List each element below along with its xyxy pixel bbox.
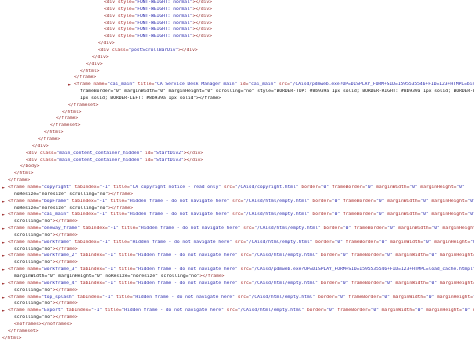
source-line-text: <frame name="workframe" tabIndex="-1" ti… [8,239,474,245]
source-line-text: <frame name="workframe_3" tabIndex="-1" … [8,267,474,273]
source-line-text: noResize="noresize" scrolling="no"></fra… [14,191,134,197]
source-line-text: scrolling="no"></frame> [14,260,78,266]
source-line-text: <frame name="oneway_frame" tabIndex="-1"… [8,226,474,232]
source-line-text: <div style="FONT-WEIGHT: normal"></div> [104,27,212,33]
source-line-text: </div> [32,143,49,149]
source-line-text: <frame name="workframe_4" tabIndex="-1" … [8,280,474,286]
expand-toggle-icon[interactable]: ► [2,267,5,274]
source-line-text: scrolling="no"></frame> [14,246,78,252]
source-line-text: <frame name="bopFrame" tabIndex="-1" tit… [8,198,474,204]
expand-toggle-icon[interactable]: ► [2,240,5,247]
expand-toggle-icon[interactable]: ► [2,185,5,192]
source-line-text: <div style="FONT-WEIGHT: normal"></div> [104,0,212,5]
source-line-text: <div class="main_content_container_hidde… [26,157,204,163]
source-line-text: 1px solid; BORDER-LEFT: #8b939a 1px soli… [80,95,222,101]
source-line-text: </html> [14,171,34,177]
source-line-text: </body> [20,164,40,170]
source-line-text: <frame name="top_splash" tabIndex="-1" t… [8,294,474,300]
source-line-text: noResize="noresize" scrolling="no"></fra… [14,205,134,211]
source-line-text: <frame name="workframe_2" tabIndex="-1" … [8,253,474,259]
source-line-text: </div> [92,54,109,60]
source-view: <div style="FONT-WEIGHT: normal"></div> <… [0,0,474,346]
source-line-text: <div style="FONT-WEIGHT: normal"></div> [104,13,212,19]
expand-toggle-icon[interactable]: ► [2,308,5,315]
source-line-text: <div style="FONT-WEIGHT: normal"></div> [104,6,212,12]
expand-toggle-icon[interactable]: ► [68,82,71,89]
source-line-text: <div style="FONT-WEIGHT: normal"></div> [104,34,212,40]
expand-toggle-icon[interactable]: ► [2,281,5,288]
source-line-text: </frame> [8,178,31,184]
source-line-text: </div> [98,41,115,47]
source-line-text: <frame name="Export" tabIndex="-1" title… [8,308,474,314]
source-line-text: </frame> [74,75,97,81]
expand-toggle-icon[interactable]: ► [2,212,5,219]
source-line: </html> [0,336,474,343]
source-line-text: scrolling="no"></frame> [14,301,78,307]
source-line-text: <div class="postScrollBarDiv"></div> [98,47,198,53]
source-line-text: </html> [80,68,100,74]
source-line-text: </frameset> [8,328,39,334]
expand-toggle-icon[interactable]: ► [2,199,5,206]
source-line-text: marginWidth="0" marginHeight="0" noResiz… [14,274,225,279]
source-line-text: scrolling="no"></frame> [14,232,78,238]
source-line-text: scrolling="no"></frame> [14,315,78,321]
expand-toggle-icon[interactable]: ► [2,253,5,260]
source-line-text: <frame name="cai_main" title="CA Service… [74,82,474,88]
source-line-text: frameBorder="0" marginWidth="0" marginHe… [80,89,474,95]
source-line-text: </html> [44,130,64,136]
source-line-text: </frame> [56,116,79,122]
source-line-text: </frameset> [68,102,99,108]
source-line-text: scrolling="no"></frame> [14,287,78,293]
source-line-text: <frame name="cai_main" tabIndex="-1" tit… [8,212,474,218]
source-line-text: </div> [86,61,103,67]
source-line-text: </frameset> [50,123,81,129]
source-line-text: scrolling="no"></frame> [14,219,78,225]
source-line-text: </html> [62,109,82,115]
expand-toggle-icon[interactable]: ► [2,295,5,302]
source-line-text: </frame> [38,137,61,142]
source-line-text: <noframes></noframes> [14,321,73,327]
source-line-text: </html> [2,335,22,341]
expand-toggle-icon[interactable]: ► [2,226,5,233]
source-line-text: <frame name="copyright" tabIndex="-1" ti… [8,184,465,190]
source-line-text: <div style="FONT-WEIGHT: normal"></div> [104,20,212,26]
source-line-text: <div class="main_content_container_hidde… [26,150,204,156]
